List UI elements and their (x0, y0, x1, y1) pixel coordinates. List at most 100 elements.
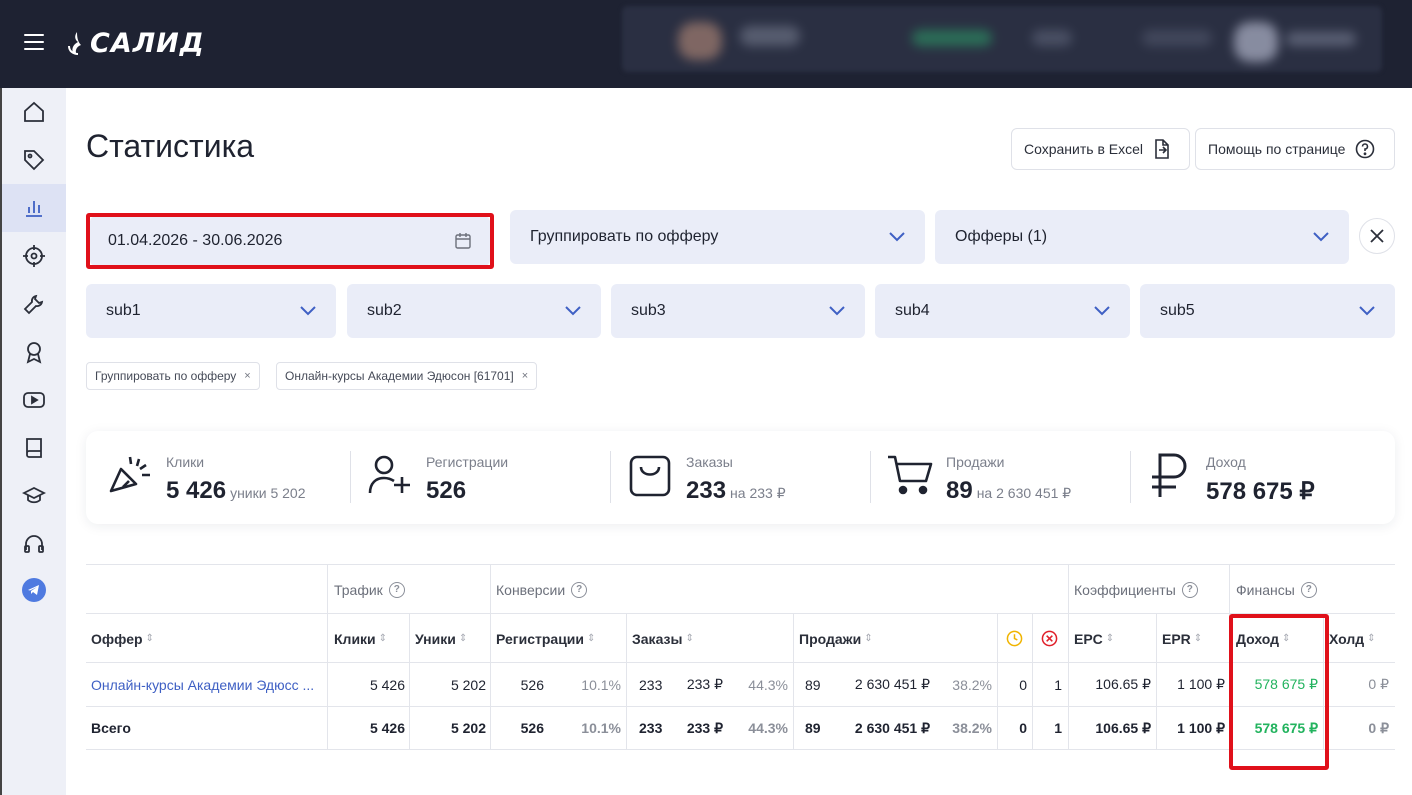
table-total-row: Всего 5 426 5 202 526 10.1% 233 233 ₽ 44… (86, 706, 1395, 750)
sidebar-item-statistics[interactable] (2, 184, 66, 232)
cell-orders: 233 (639, 676, 663, 693)
cell-epc: 106.65 ₽ (1095, 676, 1151, 692)
filter-chip-offer[interactable]: Онлайн-курсы Академии Эдюсон [61701] × (276, 362, 538, 390)
sub2-select[interactable]: sub2 (347, 284, 601, 338)
stat-clicks-value: 5 426 уники 5 202 (166, 477, 306, 504)
col-epr[interactable]: EPR ⇕ (1162, 614, 1202, 663)
total-orders-sum: 233 ₽ (686, 719, 723, 736)
col-epc[interactable]: EPC ⇕ (1074, 614, 1114, 663)
group-traffic: Трафик? (334, 565, 405, 614)
chip-remove-icon[interactable]: × (522, 370, 528, 382)
sidebar-item-support[interactable] (2, 520, 66, 568)
help-icon[interactable]: ? (1181, 581, 1198, 598)
filter-chip-label: Онлайн-курсы Академии Эдюсон [61701] (285, 369, 514, 383)
divider (997, 613, 998, 750)
col-rejected[interactable] (1041, 614, 1058, 663)
help-icon[interactable]: ? (1300, 581, 1317, 598)
close-icon (1370, 229, 1384, 243)
sidebar-item-tools[interactable] (2, 280, 66, 328)
sidebar-item-video[interactable] (2, 376, 66, 424)
cell-sales-pct: 38.2% (952, 676, 992, 693)
total-orders-pct: 44.3% (748, 720, 788, 736)
group-conversions: Конверсии? (496, 565, 588, 614)
sub3-value: sub3 (631, 302, 666, 319)
tag-icon (24, 150, 45, 171)
col-hold[interactable]: Холд ⇕ (1329, 614, 1376, 663)
table-column-header: Оффер ⇕ Клики ⇕ Уники ⇕ Регистрации ⇕ Заказы… (86, 613, 1395, 663)
sidebar-item-targeting[interactable] (2, 232, 66, 280)
divider (409, 613, 410, 750)
stat-sales-sum: на 2 630 451 ₽ (976, 485, 1072, 501)
offer-link[interactable]: Онлайн-курсы Академии Эдюсс ... (91, 663, 326, 706)
cell-registrations-pct: 10.1% (581, 676, 621, 693)
sidebar-item-education[interactable] (2, 472, 66, 520)
total-clicks: 5 426 (369, 720, 405, 736)
col-pending[interactable] (1006, 614, 1023, 663)
total-hold: 0 ₽ (1368, 719, 1389, 736)
col-clicks[interactable]: Клики ⇕ (334, 614, 387, 663)
clear-filters-button[interactable] (1359, 218, 1395, 254)
home-icon (24, 101, 44, 122)
logo-mark-icon (68, 32, 81, 55)
col-sales[interactable]: Продажи ⇕ (799, 614, 873, 663)
total-epc: 106.65 ₽ (1095, 719, 1151, 736)
chevron-down-icon (1094, 306, 1110, 316)
col-uniques[interactable]: Уники ⇕ (415, 614, 467, 663)
telegram-icon (22, 578, 46, 602)
chevron-down-icon (829, 306, 845, 316)
book-icon (26, 438, 42, 458)
award-icon (26, 342, 42, 364)
stat-sales-label: Продажи (946, 454, 1005, 470)
chevron-down-icon (565, 306, 581, 316)
stat-registrations: Регистрации 526 (366, 449, 606, 505)
offers-value: Офферы (1) (955, 228, 1048, 245)
graduation-cap-icon (22, 486, 46, 504)
filter-chip-group[interactable]: Группировать по офферу × (86, 362, 260, 390)
cell-uniques: 5 202 (450, 676, 486, 693)
help-icon[interactable]: ? (571, 581, 588, 598)
sub4-select[interactable]: sub4 (875, 284, 1130, 338)
stat-registrations-label: Регистрации (426, 454, 509, 470)
stat-clicks: Клики 5 426 уники 5 202 (106, 449, 346, 505)
total-sales: 89 (805, 720, 821, 736)
stat-orders-value: 233 на 233 ₽ (686, 477, 786, 504)
sidebar-item-docs[interactable] (2, 424, 66, 472)
chip-remove-icon[interactable]: × (244, 370, 250, 382)
sub1-select[interactable]: sub1 (86, 284, 336, 338)
menu-icon[interactable] (24, 34, 44, 50)
sidebar-item-telegram[interactable] (2, 566, 66, 614)
stat-registrations-value: 526 (426, 477, 467, 504)
shopping-bag-icon (629, 455, 671, 497)
save-excel-button[interactable]: Сохранить в Excel (1011, 128, 1190, 170)
sub5-value: sub5 (1160, 302, 1195, 319)
stat-clicks-label: Клики (166, 454, 205, 470)
headphones-icon (24, 535, 44, 553)
cell-registrations: 526 (520, 676, 544, 693)
cell-hold: 0 ₽ (1368, 676, 1389, 692)
help-icon[interactable]: ? (388, 581, 405, 598)
page-help-button[interactable]: Помощь по странице (1195, 128, 1395, 170)
cell-orders-sum: 233 ₽ (686, 676, 723, 692)
blurred-account-area (622, 6, 1382, 72)
col-orders[interactable]: Заказы ⇕ (632, 614, 694, 663)
group-by-select[interactable]: Группировать по офферу (510, 210, 925, 264)
col-offer[interactable]: Оффер ⇕ (91, 614, 154, 663)
total-epr: 1 100 ₽ (1177, 719, 1225, 736)
sidebar-item-offers[interactable] (2, 136, 66, 184)
sub5-select[interactable]: sub5 (1140, 284, 1395, 338)
sub3-select[interactable]: sub3 (611, 284, 865, 338)
divider (610, 451, 611, 503)
col-registrations[interactable]: Регистрации ⇕ (496, 614, 595, 663)
sidebar-item-awards[interactable] (2, 328, 66, 376)
cart-icon (888, 455, 933, 495)
offers-select[interactable]: Офферы (1) (935, 210, 1349, 264)
top-bar: САЛИД (0, 0, 1412, 88)
stat-clicks-uniques: уники 5 202 (230, 485, 306, 501)
table-row: Онлайн-курсы Академии Эдюсс ... 5 426 5 … (86, 662, 1395, 706)
summary-card: Клики 5 426 уники 5 202 Регистрации 526 З… (86, 431, 1395, 524)
chevron-down-icon (300, 306, 316, 316)
stat-sales: Продажи 89 на 2 630 451 ₽ (886, 449, 1126, 505)
app-logo[interactable]: САЛИД (66, 28, 205, 59)
cell-clicks: 5 426 (369, 676, 405, 693)
sidebar-item-home[interactable] (2, 88, 66, 136)
